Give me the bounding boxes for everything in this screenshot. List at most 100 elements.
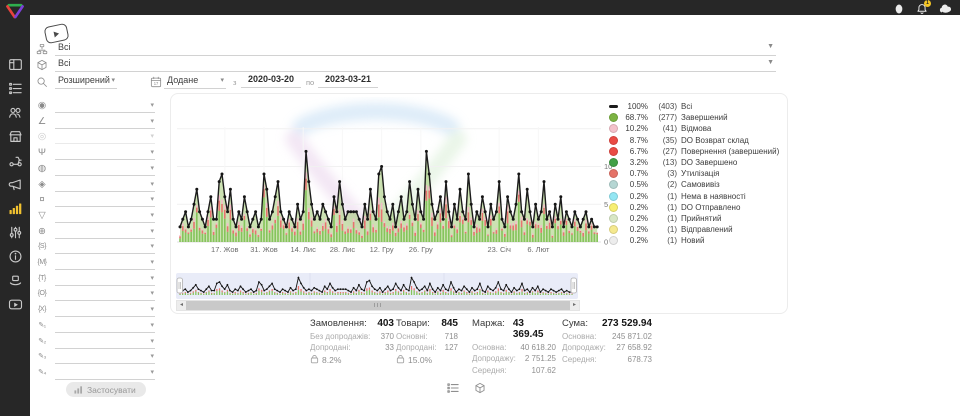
stat-column: Сума:273 529.94Основна:245 871.02Допрода…: [562, 318, 652, 364]
stat-sub-row: Допродані:127: [396, 343, 458, 352]
note-4-icon: ✎₄: [35, 366, 49, 379]
notification-badge: 1: [924, 0, 931, 7]
funnel-filter-select[interactable]: ▾: [55, 209, 155, 223]
scrollbar-grip[interactable]: [374, 303, 382, 307]
legend-percent: 68.7%: [622, 113, 648, 122]
scroll-right-icon[interactable]: ▸: [570, 301, 579, 310]
rail-settings-icon[interactable]: [8, 225, 23, 240]
profile-icon[interactable]: [893, 2, 905, 14]
chart-navigator[interactable]: [176, 273, 578, 299]
orders-timeseries-chart[interactable]: 0510: [173, 97, 613, 249]
rail-orders-icon[interactable]: [8, 81, 23, 96]
legend-label: Завершений: [681, 113, 728, 122]
legend-label: Повернення (завершений): [681, 147, 779, 156]
note-4-filter-select[interactable]: ▾: [55, 366, 155, 380]
website-filter-select[interactable]: ▾: [55, 225, 155, 239]
date-field-select[interactable]: Додане ▾: [164, 74, 226, 89]
rail-analytics-icon[interactable]: [8, 201, 23, 216]
filter-row-note-3: ✎₃▾: [33, 350, 158, 364]
x-tick-label: 31. Жов: [244, 245, 284, 254]
rail-returns-icon[interactable]: [8, 273, 23, 288]
legend-item[interactable]: 100%(403)Всі: [609, 101, 781, 112]
app-logo-icon[interactable]: [4, 2, 26, 20]
product-filter-select[interactable]: Всі ▼: [55, 57, 776, 72]
note-1-filter-select[interactable]: ▾: [55, 319, 155, 333]
apply-button[interactable]: Застосувати: [66, 382, 146, 397]
rail-marketing-icon[interactable]: [8, 177, 23, 192]
legend-count: (403): [651, 102, 677, 111]
rail-store-icon[interactable]: [8, 129, 23, 144]
legend-count: (41): [651, 124, 677, 133]
field-t-icon: {T}: [35, 272, 49, 285]
field-t-filter-select[interactable]: ▾: [55, 272, 155, 286]
scroll-left-icon[interactable]: ◂: [177, 301, 186, 310]
legend-item[interactable]: 0.2%(1)Нема в наявності: [609, 191, 781, 202]
packages-icon[interactable]: [474, 381, 486, 393]
list-view-icon[interactable]: [447, 381, 459, 393]
rail-delivery-icon[interactable]: [8, 153, 23, 168]
chevron-down-icon: ▾: [150, 148, 154, 156]
filter-row-funnel: ▽▾: [33, 209, 158, 223]
legend-item[interactable]: 8.7%(35)DO Возврат склад: [609, 135, 781, 146]
rail-info-icon[interactable]: [8, 249, 23, 264]
x-tick-label: 12. Гру: [362, 245, 402, 254]
legend-item[interactable]: 0.2%(1)DO Отправлено: [609, 202, 781, 213]
field-m-icon: {M}: [35, 256, 49, 269]
avatar-icon[interactable]: [939, 2, 951, 14]
legend-count: (27): [651, 147, 677, 156]
chevron-down-icon: ▾: [150, 195, 154, 203]
field-x-filter-select[interactable]: ▾: [55, 303, 155, 317]
legend-item[interactable]: 68.7%(277)Завершений: [609, 112, 781, 123]
field-s-filter-select[interactable]: ▾: [55, 240, 155, 254]
legend-item[interactable]: 0.7%(3)Утилізація: [609, 168, 781, 179]
date-to-input[interactable]: 2023-03-21: [318, 74, 378, 88]
svg-text:5: 5: [604, 200, 608, 209]
legend-swatch: [609, 124, 618, 133]
globe-icon: ◉: [35, 99, 49, 112]
trend-filter-select[interactable]: ▾: [55, 115, 155, 129]
status-filter-select[interactable]: Всі ▼: [55, 41, 776, 56]
legend-item[interactable]: 0.2%(1)Новий: [609, 235, 781, 246]
notifications-bell-icon[interactable]: 1: [916, 2, 928, 14]
rail-dashboard-icon[interactable]: [8, 57, 23, 72]
field-m-filter-select[interactable]: ▾: [55, 256, 155, 270]
legend-item[interactable]: 10.2%(41)Відмова: [609, 123, 781, 134]
legend-item[interactable]: 0.2%(1)Прийнятий: [609, 213, 781, 224]
stat-sub-row: Основні:718: [396, 332, 458, 341]
field-o-filter-select[interactable]: ▾: [55, 287, 155, 301]
legend-item[interactable]: 6.7%(27)Повернення (завершений): [609, 146, 781, 157]
scrollbar-thumb[interactable]: [186, 301, 570, 310]
date-from-input[interactable]: 2020-03-20: [241, 74, 301, 88]
note-2-filter-select[interactable]: ▾: [55, 335, 155, 349]
legend-label: Новий: [681, 236, 704, 245]
field-x-icon: {X}: [35, 303, 49, 316]
payment-filter-select[interactable]: ▾: [55, 193, 155, 207]
search-icon[interactable]: [36, 75, 48, 87]
stat-value: 43 369.45: [513, 318, 556, 340]
hierarchy-icon: Ψ: [35, 146, 49, 159]
legend-item[interactable]: 3.2%(13)DO Завершено: [609, 157, 781, 168]
globe-filter-select[interactable]: ▾: [55, 99, 155, 113]
date-to-label: по: [306, 78, 314, 87]
hierarchy-filter-select[interactable]: ▾: [55, 146, 155, 160]
x-tick-label: 6. Лют: [518, 245, 558, 254]
navigator-scrollbar[interactable]: ◂ ▸: [176, 300, 580, 311]
upsell-badge: 8.2%: [310, 355, 394, 365]
stat-sub-row: Середня:678.73: [562, 355, 652, 364]
calendar-icon[interactable]: 17: [150, 75, 162, 87]
fingerprint-filter-select[interactable]: ▾: [55, 162, 155, 176]
analytics-dashboard: 1 Всі ▼ Всі ▼ Розшире: [0, 0, 960, 416]
help-filter-select[interactable]: ▾: [55, 130, 155, 144]
stat-sub-row: Основна:40 618.20: [472, 343, 556, 352]
package-filter-select[interactable]: ▾: [55, 178, 155, 192]
rail-video-tutorials-icon[interactable]: [8, 297, 23, 312]
x-tick-label: 14. Лис: [283, 245, 323, 254]
filter-row-field-t: {T} ▾: [33, 272, 158, 286]
legend-item[interactable]: 0.5%(2)Самовивіз: [609, 179, 781, 190]
rail-customers-icon[interactable]: [8, 105, 23, 120]
filter-row-note-4: ✎₄ ▾: [33, 366, 158, 380]
note-3-filter-select[interactable]: ▾: [55, 350, 155, 364]
search-mode-select[interactable]: Розширений ▾: [55, 74, 117, 89]
legend-item[interactable]: 0.2%(1)Відправлений: [609, 224, 781, 235]
bag-icon: [396, 355, 405, 364]
